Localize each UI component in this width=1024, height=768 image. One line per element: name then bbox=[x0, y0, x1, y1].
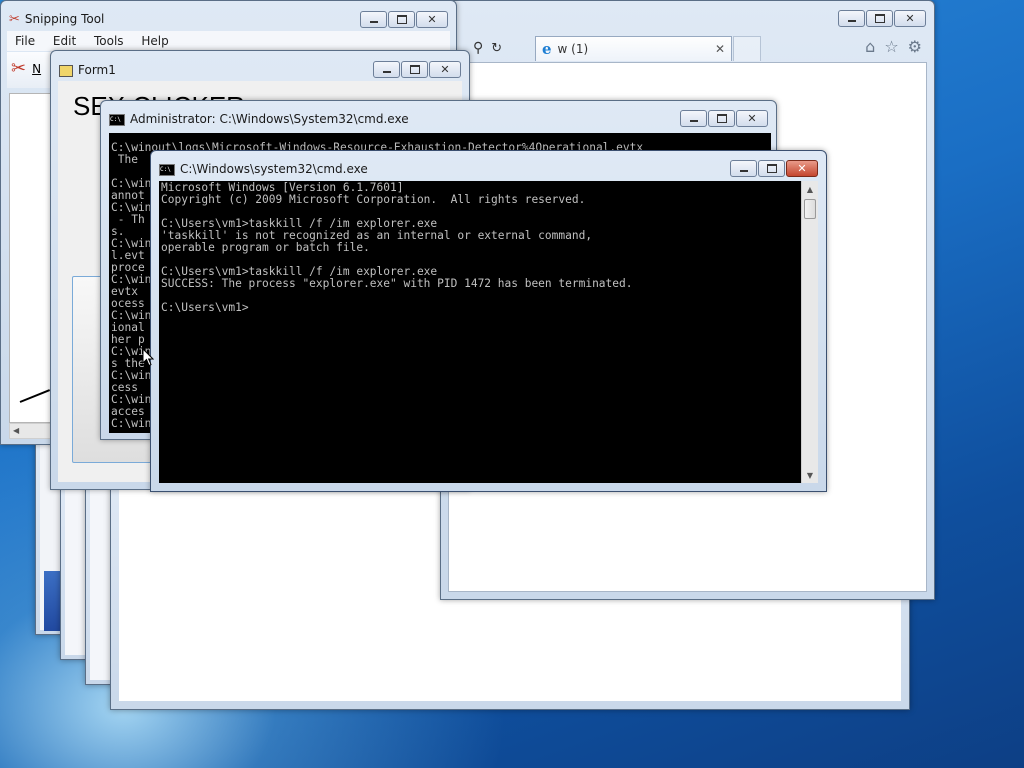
form-icon bbox=[59, 64, 73, 77]
mouse-cursor-icon bbox=[142, 348, 154, 367]
scroll-down-arrow-icon[interactable]: ▼ bbox=[802, 467, 818, 483]
new-snip-label: N bbox=[32, 61, 42, 76]
browser-tab-label: w (1) bbox=[557, 42, 589, 56]
cmd-title: C:\Windows\system32\cmd.exe bbox=[180, 162, 368, 176]
cmd-icon: C:\ bbox=[109, 113, 125, 126]
browser-tab[interactable]: e w (1) ✕ bbox=[535, 36, 732, 61]
cmd-scrollbar-thumb[interactable] bbox=[804, 199, 816, 219]
cmd-close-button[interactable]: ✕ bbox=[786, 160, 818, 177]
cmd-minimize-button[interactable] bbox=[730, 160, 757, 177]
form1-title: Form1 bbox=[78, 63, 116, 77]
form1-minimize-button[interactable] bbox=[373, 61, 400, 78]
browser-maximize-button[interactable] bbox=[866, 10, 893, 27]
form1-titlebar: Form1 bbox=[59, 61, 116, 79]
menu-tools[interactable]: Tools bbox=[94, 31, 124, 51]
cmd-icon: C:\ bbox=[159, 163, 175, 176]
menu-edit[interactable]: Edit bbox=[53, 31, 76, 51]
admin-cmd-minimize-button[interactable] bbox=[680, 110, 707, 127]
menu-help[interactable]: Help bbox=[141, 31, 168, 51]
new-tab-button[interactable] bbox=[733, 36, 761, 61]
cmd-window[interactable]: C:\ C:\Windows\system32\cmd.exe ✕ Microso… bbox=[150, 150, 827, 492]
new-snip-icon: ✂ bbox=[11, 58, 27, 79]
admin-cmd-maximize-button[interactable] bbox=[708, 110, 735, 127]
search-icon[interactable]: ⚲ bbox=[473, 40, 483, 56]
form1-caption-buttons: ✕ bbox=[372, 61, 461, 78]
snipping-tool-menubar: File Edit Tools Help bbox=[7, 31, 450, 51]
browser-toolbar-icons: ⌂ ☆ ⚙ bbox=[865, 37, 922, 56]
admin-cmd-titlebar: C:\ Administrator: C:\Windows\System32\cm… bbox=[109, 110, 409, 128]
ie-icon: e bbox=[542, 40, 552, 58]
console-line: operable program or batch file. bbox=[161, 241, 370, 254]
snipping-tool-titlebar: ✂ Snipping Tool bbox=[9, 10, 104, 28]
snipping-tool-close-button[interactable]: ✕ bbox=[416, 11, 448, 28]
snipping-tool-title: Snipping Tool bbox=[24, 12, 105, 26]
console-line: SUCCESS: The process "explorer.exe" with… bbox=[161, 277, 633, 290]
star-icon[interactable]: ☆ bbox=[884, 37, 898, 56]
tab-close-icon[interactable]: ✕ bbox=[715, 42, 725, 56]
cmd-maximize-button[interactable] bbox=[758, 160, 785, 177]
refresh-icon[interactable]: ↻ bbox=[491, 41, 502, 56]
scissors-icon: ✂ bbox=[9, 11, 20, 27]
browser-caption-buttons: ✕ bbox=[837, 10, 926, 27]
snipping-tool-canvas bbox=[9, 93, 51, 423]
admin-cmd-caption-buttons: ✕ bbox=[679, 110, 768, 127]
snipping-tool-minimize-button[interactable] bbox=[360, 11, 387, 28]
admin-cmd-title: Administrator: C:\Windows\System32\cmd.e… bbox=[130, 112, 409, 126]
admin-cmd-close-button[interactable]: ✕ bbox=[736, 110, 768, 127]
form1-maximize-button[interactable] bbox=[401, 61, 428, 78]
browser-address-controls: ⚲ ↻ bbox=[473, 39, 533, 57]
snip-drawing-line bbox=[19, 389, 51, 403]
browser-minimize-button[interactable] bbox=[838, 10, 865, 27]
menu-file[interactable]: File bbox=[15, 31, 35, 51]
cmd-caption-buttons: ✕ bbox=[729, 160, 818, 177]
browser-close-button[interactable]: ✕ bbox=[894, 10, 926, 27]
console-line: Copyright (c) 2009 Microsoft Corporation… bbox=[161, 193, 586, 206]
cmd-scrollbar[interactable]: ▲ ▼ bbox=[801, 181, 818, 483]
gear-icon[interactable]: ⚙ bbox=[908, 37, 922, 56]
snipping-tool-caption-buttons: ✕ bbox=[359, 11, 448, 28]
console-line: C:\Users\vm1> bbox=[161, 301, 249, 314]
home-icon[interactable]: ⌂ bbox=[865, 37, 875, 56]
snipping-tool-hscroll[interactable]: ◀ bbox=[9, 423, 51, 439]
scroll-up-arrow-icon[interactable]: ▲ bbox=[802, 181, 818, 197]
new-snip-button[interactable]: ✂ N bbox=[11, 58, 41, 79]
form1-close-button[interactable]: ✕ bbox=[429, 61, 461, 78]
cmd-console[interactable]: Microsoft Windows [Version 6.1.7601] Copy… bbox=[159, 181, 801, 483]
snipping-tool-maximize-button[interactable] bbox=[388, 11, 415, 28]
cmd-titlebar: C:\ C:\Windows\system32\cmd.exe bbox=[159, 160, 368, 178]
